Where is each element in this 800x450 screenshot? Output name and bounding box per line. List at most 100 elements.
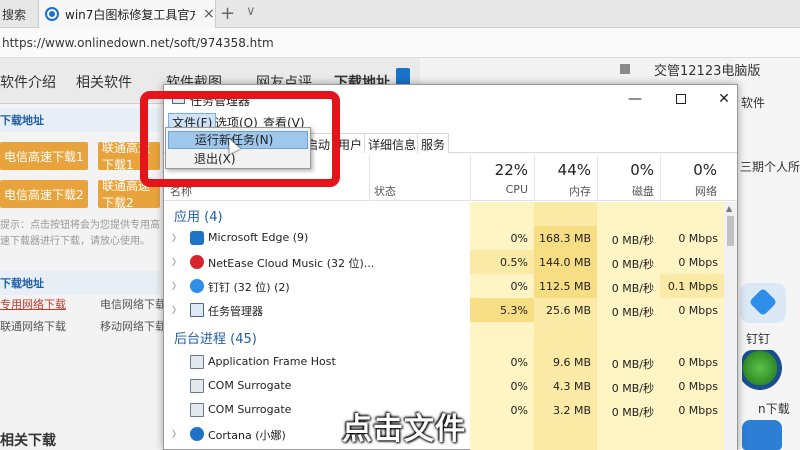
process-name: Application Frame Host (208, 355, 336, 368)
cpu-value: 0% (510, 404, 528, 417)
dingtalk-icon (190, 279, 204, 293)
expand-chevron-icon[interactable]: 〉 (172, 303, 181, 316)
network-value: 0 Mbps (678, 380, 718, 393)
telecom-download-2-button[interactable]: 电信高速下载2 (0, 180, 88, 208)
disk-value: 0 MB/秒 (611, 234, 654, 247)
column-status-label: 状态 (374, 185, 396, 198)
url-text[interactable]: https://www.onlinedown.net/soft/974358.h… (0, 36, 274, 50)
downloader-app-icon[interactable] (742, 350, 782, 390)
table-row[interactable]: 〉 任务管理器 5.3% 25.6 MB 0 MB/秒 0 Mbps (164, 298, 724, 322)
unicom-network-link[interactable]: 联通网络下载 (0, 318, 66, 334)
network-value: 0 Mbps (678, 356, 718, 369)
tab-services[interactable]: 服务 (417, 133, 450, 153)
network-total: 0% (693, 161, 717, 179)
close-button[interactable]: ✕ (709, 89, 739, 109)
process-name: COM Surrogate (208, 379, 292, 392)
video-caption: 点击文件 (342, 412, 466, 447)
tab-details[interactable]: 详细信息 (364, 133, 421, 153)
process-name: Cortana (小娜) (208, 429, 286, 442)
highlight-box (140, 91, 340, 187)
download-section-head-2: 下载地址 (0, 271, 160, 295)
downloader-label[interactable]: n下载 (758, 400, 790, 417)
cpu-value: 5.3% (470, 298, 534, 322)
web-nav-intro[interactable]: 软件介绍 (0, 72, 56, 92)
cpu-label: CPU (505, 183, 528, 196)
cortana-icon (190, 427, 204, 441)
memory-label: 内存 (569, 185, 591, 198)
dedicated-network-link[interactable]: 专用网络下载 (0, 296, 66, 312)
tab-active[interactable]: win7白图标修复工具官方 × (38, 0, 216, 28)
network-value: 0 Mbps (678, 404, 718, 417)
column-cpu[interactable]: 22% CPU (470, 155, 534, 201)
expand-chevron-icon[interactable]: 〉 (172, 427, 181, 440)
related-downloads-heading: 相关下载 (0, 433, 56, 449)
network-value: 0 Mbps (678, 232, 718, 245)
maximize-icon (676, 94, 686, 104)
dingtalk-app-icon[interactable] (740, 283, 786, 323)
disk-label: 磁盘 (632, 185, 654, 198)
netease-music-icon (190, 255, 204, 269)
cpu-value: 0% (510, 356, 528, 369)
maximize-button[interactable] (666, 89, 696, 109)
task-manager-row-icon (190, 303, 204, 317)
process-name: 任务管理器 (208, 305, 263, 318)
app-frame-icon (190, 355, 204, 369)
right-sidebar (735, 58, 800, 450)
expand-chevron-icon[interactable]: 〉 (172, 255, 181, 268)
disk-value: 0 MB/秒 (611, 358, 654, 371)
telecom-download-1-button[interactable]: 电信高速下载1 (0, 142, 88, 170)
promo-link[interactable]: 交管12123电脑版 (610, 58, 800, 80)
memory-value: 25.6 MB (545, 304, 591, 317)
right-text-label[interactable]: 三期个人所 (740, 158, 800, 175)
minimize-button[interactable]: — (620, 89, 650, 109)
process-name: Microsoft Edge (9) (208, 231, 309, 244)
group-header-background[interactable]: 后台进程 (45) (164, 324, 724, 348)
shield-app-icon[interactable] (742, 420, 782, 450)
edge-icon (190, 231, 204, 245)
table-row[interactable]: Application Frame Host 0% 9.6 MB 0 MB/秒 … (164, 350, 724, 374)
cpu-value: 0% (510, 380, 528, 393)
web-nav-related[interactable]: 相关软件 (76, 72, 132, 92)
new-tab-button[interactable]: + (220, 3, 235, 24)
expand-chevron-icon[interactable]: 〉 (172, 231, 181, 244)
network-value: 0 Mbps (678, 256, 718, 269)
mobile-network-link[interactable]: 移动网络下载 (100, 318, 166, 334)
tab-search-label: 搜索 (2, 7, 27, 22)
table-row[interactable]: COM Surrogate 0% 4.3 MB 0 MB/秒 0 Mbps (164, 374, 724, 398)
disk-value: 0 MB/秒 (611, 258, 654, 271)
network-value: 0.1 Mbps (660, 274, 724, 298)
process-name: NetEase Cloud Music (32 位)... (208, 257, 375, 270)
process-name: 钉钉 (32 位) (2) (208, 281, 290, 294)
telecom-network-link[interactable]: 电信网络下载 (100, 296, 166, 312)
tab-close-icon[interactable]: × (203, 6, 215, 22)
group-header-apps[interactable]: 应用 (4) (164, 202, 724, 226)
disk-value: 0 MB/秒 (611, 282, 654, 295)
memory-value: 3.2 MB (552, 404, 591, 417)
scroll-up-icon[interactable]: ▲ (726, 204, 732, 213)
column-network[interactable]: 0% 网络 (660, 155, 723, 201)
disk-total: 0% (630, 161, 654, 179)
tab-list-chevron-icon[interactable]: ∨ (246, 4, 256, 19)
browser-tab-bar: 搜索 win7白图标修复工具官方 × + ∨ (0, 0, 800, 28)
table-row[interactable]: 〉 钉钉 (32 位) (2) 0% 112.5 MB 0 MB/秒 0.1 M… (164, 274, 724, 298)
column-memory[interactable]: 44% 内存 (534, 155, 597, 201)
memory-value: 4.3 MB (552, 380, 591, 393)
column-disk[interactable]: 0% 磁盘 (597, 155, 660, 201)
scrollbar-thumb[interactable] (727, 216, 734, 246)
promo-bullet-icon (620, 64, 630, 74)
tab-search[interactable]: 搜索 (0, 0, 36, 28)
address-bar[interactable]: https://www.onlinedown.net/soft/974358.h… (0, 28, 800, 58)
site-logo-icon (45, 7, 59, 21)
memory-value: 112.5 MB (534, 274, 597, 298)
promo-label: 交管12123电脑版 (654, 63, 761, 79)
table-row[interactable]: 〉 NetEase Cloud Music (32 位)... 0.5% 144… (164, 250, 724, 274)
network-label: 网络 (695, 185, 717, 198)
column-status[interactable]: 状态 (369, 155, 470, 201)
group-background-label: 后台进程 (45) (174, 332, 257, 347)
scrollbar[interactable]: ▲ (724, 202, 737, 450)
com-surrogate-icon (190, 403, 204, 417)
table-row[interactable]: 〉 Microsoft Edge (9) 0% 168.3 MB 0 MB/秒 … (164, 226, 724, 250)
dingtalk-label[interactable]: 钉钉 (746, 330, 770, 347)
cpu-total: 22% (494, 161, 528, 179)
expand-chevron-icon[interactable]: 〉 (172, 279, 181, 292)
